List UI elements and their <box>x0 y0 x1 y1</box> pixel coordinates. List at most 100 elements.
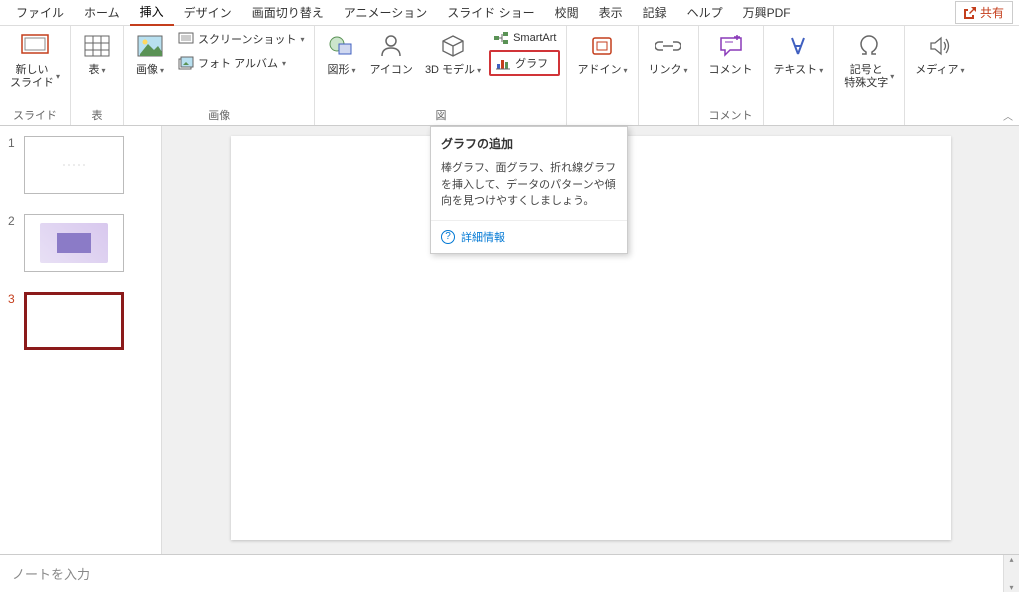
group-comment-label: コメント <box>709 105 753 125</box>
cube-icon <box>437 30 469 62</box>
smartart-icon <box>493 31 509 45</box>
chevron-down-icon: ▾ <box>819 66 823 76</box>
photo-album-label: フォト アルバム <box>198 55 278 71</box>
thumbnail: ・・・・・ <box>24 136 124 194</box>
symbols-button[interactable]: 記号と 特殊文字▾ <box>840 28 898 92</box>
group-text: テキスト▾ <box>764 26 835 125</box>
tab-help[interactable]: ヘルプ <box>677 0 733 25</box>
shapes-button[interactable]: 図形▾ <box>321 28 361 79</box>
chevron-down-icon: ▾ <box>623 66 627 76</box>
table-button[interactable]: 表▾ <box>77 28 117 79</box>
thumbnail <box>24 292 124 350</box>
collapse-ribbon-icon[interactable]: ︿ <box>1003 108 1013 123</box>
tab-review[interactable]: 校閲 <box>545 0 589 25</box>
group-symbols-label <box>868 109 871 125</box>
slide-thumb-1[interactable]: 1 ・・・・・ <box>0 126 161 204</box>
group-images-label: 画像 <box>208 105 230 125</box>
tab-wanxing[interactable]: 万興PDF <box>733 0 801 25</box>
tab-transitions[interactable]: 画面切り替え <box>242 0 334 25</box>
icons-icon <box>375 30 407 62</box>
omega-icon <box>853 30 885 62</box>
group-text-label <box>797 109 800 125</box>
tab-slideshow[interactable]: スライド ショー <box>437 0 544 25</box>
ribbon-tabs: ファイル ホーム 挿入 デザイン 画面切り替え アニメーション スライド ショー… <box>0 0 1019 26</box>
chevron-down-icon: ▾ <box>477 66 481 76</box>
chevron-down-icon: ▾ <box>351 66 355 76</box>
photo-album-button[interactable]: フォト アルバム ▾ <box>174 52 308 74</box>
tab-animations[interactable]: アニメーション <box>334 0 438 25</box>
tooltip-more-label: 詳細情報 <box>461 229 505 245</box>
icons-label: アイコン <box>369 64 412 77</box>
chevron-down-icon: ▾ <box>56 72 60 82</box>
addins-label: アドイン <box>577 64 621 77</box>
chevron-down-icon: ▾ <box>890 72 894 82</box>
shapes-label: 図形 <box>327 64 349 77</box>
group-tables-label: 表 <box>92 105 103 125</box>
thumbnail <box>24 214 124 272</box>
group-addins: アドイン▾ <box>567 26 638 125</box>
slide-thumb-3[interactable]: 3 <box>0 282 161 360</box>
group-comment: コメント コメント <box>699 26 764 125</box>
chevron-down-icon: ▾ <box>960 66 964 76</box>
chart-button[interactable]: グラフ <box>489 50 560 76</box>
table-label: 表 <box>89 64 100 77</box>
slide-thumb-2[interactable]: 2 <box>0 204 161 282</box>
image-icon <box>134 30 166 62</box>
link-icon <box>652 30 684 62</box>
text-icon <box>782 30 814 62</box>
chevron-down-icon: ▾ <box>300 35 304 44</box>
image-label: 画像 <box>136 64 158 77</box>
group-illustrations-label: 図 <box>435 105 446 125</box>
media-label: メディア <box>915 64 958 77</box>
screenshot-icon <box>178 32 194 46</box>
media-button[interactable]: メディア▾ <box>911 28 968 79</box>
3d-model-label: 3D モデル <box>425 64 475 77</box>
table-icon <box>81 30 113 62</box>
chevron-down-icon: ▾ <box>102 66 106 76</box>
share-icon <box>964 7 976 19</box>
tab-insert[interactable]: 挿入 <box>130 0 174 27</box>
new-slide-icon <box>19 30 51 62</box>
group-symbols: 記号と 特殊文字▾ <box>834 26 905 125</box>
smartart-button[interactable]: SmartArt <box>489 28 560 48</box>
group-media-label <box>938 109 941 125</box>
text-button[interactable]: テキスト▾ <box>770 28 828 79</box>
image-button[interactable]: 画像▾ <box>130 28 170 79</box>
notes-pane[interactable]: ノートを入力 ▴▾ <box>0 554 1019 592</box>
symbols-label: 記号と 特殊文字 <box>844 64 888 90</box>
icons-button[interactable]: アイコン <box>365 28 416 79</box>
link-button[interactable]: リンク▾ <box>645 28 692 79</box>
tab-design[interactable]: デザイン <box>174 0 242 25</box>
tab-home[interactable]: ホーム <box>74 0 130 25</box>
tab-view[interactable]: 表示 <box>589 0 633 25</box>
chart-label: グラフ <box>515 55 548 71</box>
chevron-down-icon: ▾ <box>282 59 286 68</box>
text-label: テキスト <box>774 64 818 77</box>
ribbon: 新しい スライド▾ スライド 表▾ 表 画像▾ <box>0 26 1019 126</box>
chevron-down-icon: ▾ <box>160 66 164 76</box>
tab-file[interactable]: ファイル <box>6 0 74 25</box>
notes-placeholder: ノートを入力 <box>12 564 90 583</box>
tooltip-more-info[interactable]: ? 詳細情報 <box>431 220 627 253</box>
tab-record[interactable]: 記録 <box>633 0 677 25</box>
screenshot-button[interactable]: スクリーンショット ▾ <box>174 28 308 50</box>
group-tables: 表▾ 表 <box>71 26 124 125</box>
new-slide-button[interactable]: 新しい スライド▾ <box>6 28 64 92</box>
comment-button[interactable]: コメント <box>705 28 757 79</box>
group-slides-label: スライド <box>13 105 57 125</box>
new-slide-label: 新しい スライド <box>10 64 54 90</box>
group-images: 画像▾ スクリーンショット ▾ フォト アルバム ▾ 画像 <box>124 26 315 125</box>
speaker-icon <box>924 30 956 62</box>
3d-model-button[interactable]: 3D モデル▾ <box>421 28 485 79</box>
help-icon: ? <box>441 230 455 244</box>
notes-scrollbar[interactable]: ▴▾ <box>1003 555 1019 592</box>
group-illustrations: 図形▾ アイコン 3D モデル▾ SmartArt <box>315 26 567 125</box>
slide-number: 1 <box>8 136 18 194</box>
chart-icon <box>495 56 511 70</box>
addins-button[interactable]: アドイン▾ <box>573 28 631 79</box>
comment-icon <box>715 30 747 62</box>
slide-number: 3 <box>8 292 18 350</box>
link-label: リンク <box>649 64 682 77</box>
shapes-icon <box>325 30 357 62</box>
share-button[interactable]: 共有 <box>955 1 1013 24</box>
